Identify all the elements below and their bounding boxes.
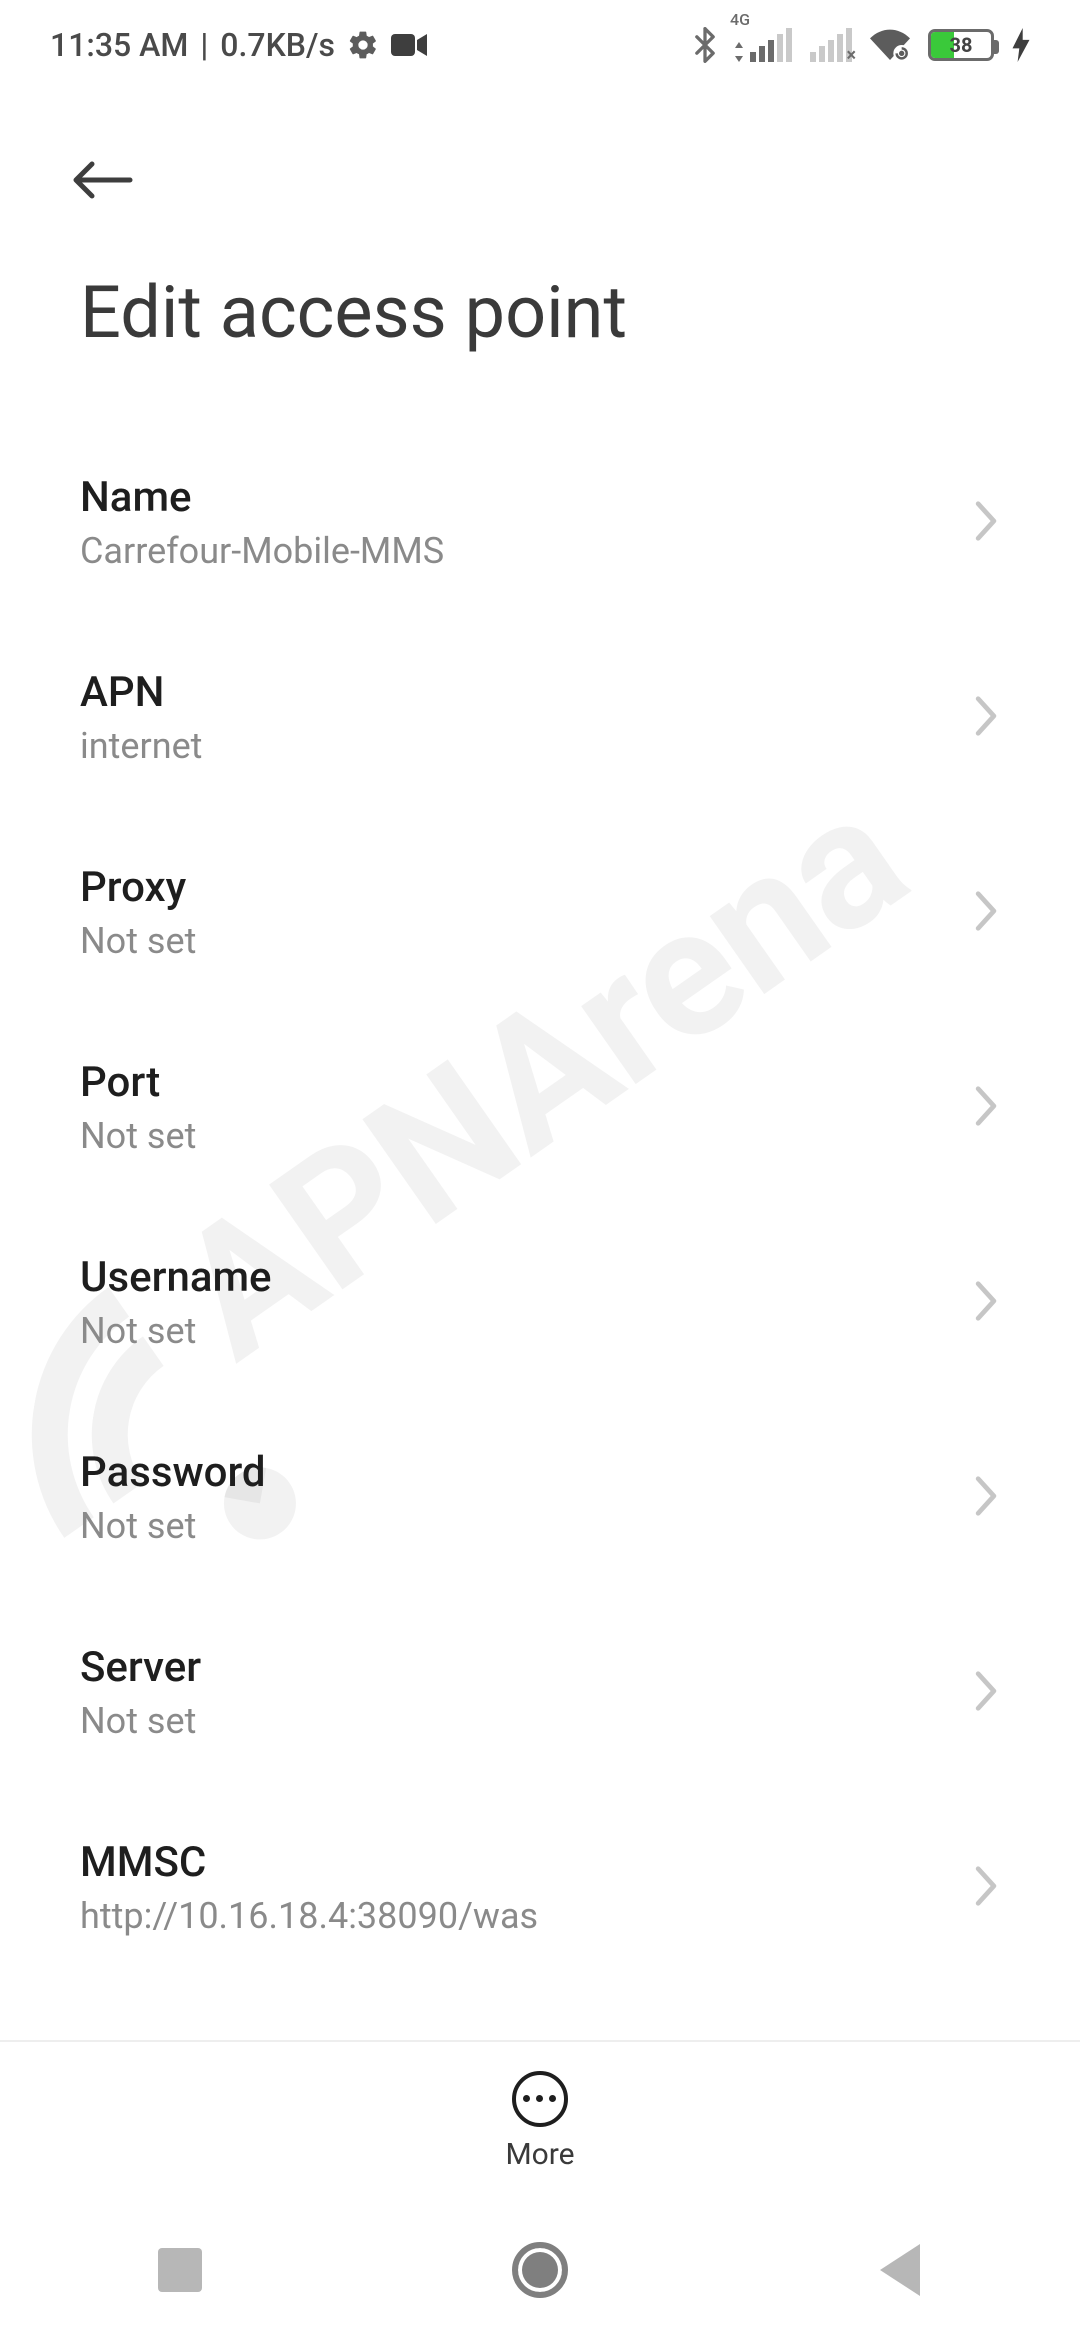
system-nav-bar [0, 2200, 1080, 2340]
list-fade [0, 1980, 1080, 2040]
setting-row-apn[interactable]: APN internet [80, 620, 1000, 815]
signal-4g-icon: 4G [734, 28, 792, 62]
setting-label: APN [80, 668, 202, 717]
more-icon [512, 2071, 568, 2127]
nav-recents-button[interactable] [120, 2230, 240, 2310]
chevron-right-icon [972, 1669, 1000, 1717]
circle-icon [512, 2242, 568, 2298]
setting-row-name[interactable]: Name Carrefour-Mobile-MMS [80, 425, 1000, 620]
chevron-right-icon [972, 694, 1000, 742]
status-time: 11:35 AM [50, 26, 188, 64]
setting-value: Not set [80, 1310, 272, 1352]
setting-label: Proxy [80, 863, 196, 912]
setting-value: Not set [80, 1700, 201, 1742]
camera-icon [391, 32, 427, 58]
chevron-right-icon [972, 1474, 1000, 1522]
setting-row-port[interactable]: Port Not set [80, 1010, 1000, 1205]
setting-value: Not set [80, 920, 196, 962]
setting-value: internet [80, 725, 202, 767]
status-netspeed: 0.7KB/s [220, 26, 335, 64]
setting-row-proxy[interactable]: Proxy Not set [80, 815, 1000, 1010]
chevron-right-icon [972, 889, 1000, 937]
setting-value: Carrefour-Mobile-MMS [80, 530, 444, 572]
chevron-right-icon [972, 1084, 1000, 1132]
status-bar: 11:35 AM | 0.7KB/s 4G × [0, 0, 1080, 90]
setting-row-password[interactable]: Password Not set [80, 1400, 1000, 1595]
signal-none-icon: × [810, 28, 852, 62]
status-sep: | [200, 26, 208, 64]
setting-row-mmsc[interactable]: MMSC http://10.16.18.4:38090/was [80, 1790, 1000, 1975]
setting-label: Username [80, 1253, 272, 1302]
nav-home-button[interactable] [480, 2230, 600, 2310]
setting-row-server[interactable]: Server Not set [80, 1595, 1000, 1790]
page-title: Edit access point [80, 270, 1000, 355]
chevron-right-icon [972, 1279, 1000, 1327]
wifi-icon [870, 29, 910, 61]
header: Edit access point [0, 90, 1080, 385]
triangle-back-icon [880, 2244, 920, 2296]
setting-row-username[interactable]: Username Not set [80, 1205, 1000, 1400]
back-button[interactable] [62, 140, 142, 220]
battery-icon: 38 [928, 29, 994, 61]
nav-back-button[interactable] [840, 2230, 960, 2310]
settings-list: Name Carrefour-Mobile-MMS APN internet P… [0, 385, 1080, 1975]
setting-label: Port [80, 1058, 196, 1107]
more-label: More [505, 2137, 574, 2172]
setting-value: Not set [80, 1115, 196, 1157]
setting-label: Server [80, 1643, 201, 1692]
action-bar: More [0, 2040, 1080, 2200]
setting-label: Name [80, 473, 444, 522]
setting-label: MMSC [80, 1838, 538, 1887]
charging-bolt-icon [1012, 28, 1030, 62]
setting-label: Password [80, 1448, 266, 1497]
gear-icon [347, 29, 379, 61]
signal-4g-label: 4G [730, 10, 750, 29]
square-icon [158, 2248, 202, 2292]
battery-percent: 38 [931, 33, 991, 57]
bluetooth-icon [694, 27, 716, 63]
more-button[interactable]: More [505, 2071, 574, 2172]
setting-value: Not set [80, 1505, 266, 1547]
setting-value: http://10.16.18.4:38090/was [80, 1895, 538, 1937]
chevron-right-icon [972, 499, 1000, 547]
chevron-right-icon [972, 1864, 1000, 1912]
